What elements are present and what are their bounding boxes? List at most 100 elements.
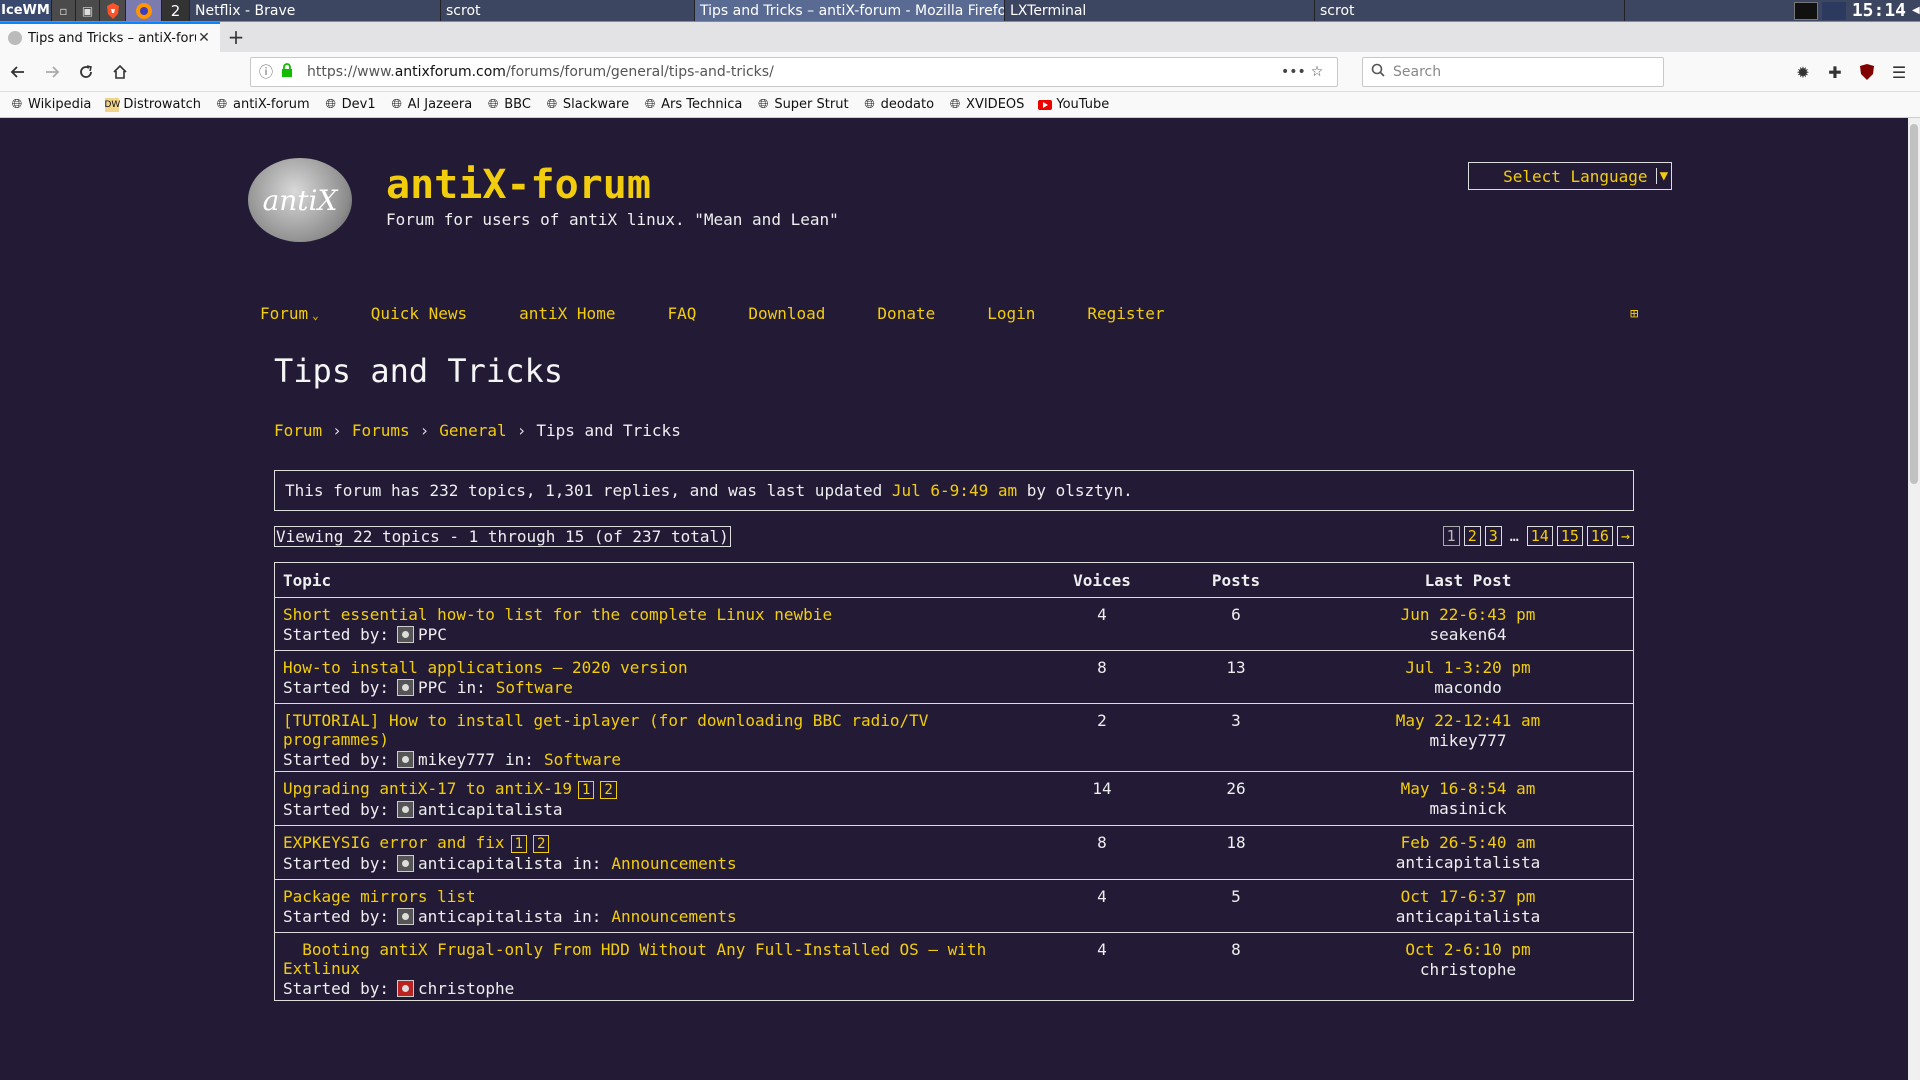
topic-title[interactable]: Upgrading antiX-17 to antiX-19 1 2 — [283, 779, 1035, 799]
menu-icon[interactable]: ☰ — [1886, 58, 1912, 86]
last-post-user[interactable]: masinick — [1303, 799, 1633, 818]
topic-forum-link[interactable]: Software — [544, 750, 621, 769]
language-select[interactable]: Select Language ▼ — [1468, 162, 1672, 190]
bookmark-wikipedia[interactable]: 🌐︎ Wikipedia — [10, 97, 92, 112]
window-list-button[interactable]: ▣ — [76, 0, 100, 21]
nav-register[interactable]: Register — [1087, 304, 1164, 323]
last-updated-link[interactable]: Jul 6-9:49 am — [892, 481, 1017, 500]
avatar[interactable] — [396, 855, 414, 872]
bookmark-deodato[interactable]: 🌐︎ deodato — [863, 97, 934, 112]
topic-author[interactable]: PPC — [418, 678, 447, 697]
topic-author[interactable]: anticapitalista — [418, 800, 563, 819]
reload-icon[interactable] — [70, 56, 102, 88]
topic-author[interactable]: mikey777 — [418, 750, 495, 769]
ublock-icon[interactable] — [1854, 58, 1880, 86]
last-post-user[interactable]: anticapitalista — [1303, 907, 1633, 926]
home-icon[interactable] — [104, 56, 136, 88]
show-desktop-button[interactable]: ▫ — [52, 0, 76, 21]
avatar[interactable] — [396, 679, 414, 696]
bookmark-xvideos[interactable]: 🌐︎ XVIDEOS — [948, 97, 1025, 112]
scrollbar-thumb[interactable] — [1910, 124, 1918, 484]
bookmark-dev1[interactable]: 🌐︎ Dev1 — [324, 97, 375, 112]
topic-forum-link[interactable]: Announcements — [611, 854, 736, 873]
last-post-user[interactable]: christophe — [1303, 960, 1633, 979]
bookmark-bbc[interactable]: 🌐︎ BBC — [486, 97, 531, 112]
last-post-date[interactable]: May 16-8:54 am — [1303, 779, 1633, 798]
nav-download[interactable]: Download — [748, 304, 825, 323]
site-title[interactable]: antiX-forum — [386, 162, 651, 208]
clock[interactable]: 15:14 — [1852, 0, 1912, 21]
topic-author[interactable]: anticapitalista — [418, 907, 563, 926]
breadcrumb-general[interactable]: General — [439, 421, 506, 440]
search-input[interactable]: Search — [1362, 57, 1664, 87]
task-lxterminal[interactable]: LXTerminal — [1005, 0, 1315, 21]
next-page-arrow-icon[interactable]: → — [1616, 526, 1634, 546]
close-tab-icon[interactable]: ✕ — [196, 30, 212, 46]
url-bar[interactable]: ⓘ https://www.antixforum.com/forums/foru… — [250, 57, 1338, 87]
nav-quick-news[interactable]: Quick News — [371, 304, 467, 323]
topic-page-link[interactable]: 1 — [510, 835, 527, 853]
forward-icon[interactable] — [36, 56, 68, 88]
topic-page-link[interactable]: 1 — [577, 781, 595, 799]
avatar[interactable] — [396, 751, 414, 768]
page-16[interactable]: 16 — [1586, 526, 1613, 546]
avatar[interactable] — [396, 908, 414, 925]
grid-icon[interactable]: ⊞ — [1630, 306, 1638, 322]
task-scrot-1[interactable]: scrot — [441, 0, 695, 21]
task-brave[interactable]: Netflix - Brave — [190, 0, 441, 21]
info-icon[interactable]: ⓘ — [259, 62, 275, 82]
start-button[interactable]: IceWM — [0, 0, 52, 21]
browser-tab[interactable]: Tips and Tricks – antiX-forum ✕ — [0, 22, 220, 52]
last-post-user[interactable]: macondo — [1303, 678, 1633, 697]
page-3[interactable]: 3 — [1484, 526, 1502, 546]
topic-title[interactable]: EXPKEYSIG error and fix 1 2 — [283, 833, 1035, 853]
topic-page-link[interactable]: 2 — [600, 781, 617, 799]
avatar[interactable] — [396, 626, 414, 643]
star-icon[interactable]: ☆ — [1305, 64, 1329, 80]
topic-title[interactable]: Short essential how-to list for the comp… — [283, 605, 1035, 624]
topic-author[interactable]: PPC — [418, 625, 447, 644]
bookmark-ars-technica[interactable]: 🌐︎ Ars Technica — [643, 97, 742, 112]
topic-title[interactable]: How-to install applications – 2020 versi… — [283, 658, 1035, 677]
nav-login[interactable]: Login — [987, 304, 1035, 323]
workspace-indicator[interactable]: 2 — [162, 0, 190, 21]
brave-launcher-icon[interactable] — [100, 0, 126, 21]
topic-forum-link[interactable]: Software — [496, 678, 573, 697]
bookmark-distrowatch[interactable]: DW Distrowatch — [104, 97, 201, 112]
topic-author[interactable]: anticapitalista — [418, 854, 563, 873]
page-14[interactable]: 14 — [1526, 526, 1553, 546]
bookmark-antix-forum[interactable]: 🌐︎ antiX-forum — [215, 97, 310, 112]
last-post-date[interactable]: Feb 26-5:40 am — [1303, 833, 1633, 852]
avatar[interactable] — [396, 980, 414, 997]
page-scrollbar[interactable] — [1908, 118, 1920, 1080]
last-post-date[interactable]: Oct 2-6:10 pm — [1303, 940, 1633, 959]
gear-icon[interactable]: ✹ — [1790, 58, 1816, 86]
task-scrot-2[interactable]: scrot — [1315, 0, 1625, 21]
bookmark-youtube[interactable]: YouTube — [1038, 97, 1109, 112]
lock-icon[interactable] — [281, 63, 297, 81]
nav-faq[interactable]: FAQ — [667, 304, 696, 323]
task-firefox[interactable]: Tips and Tricks – antiX-forum - Mozilla … — [695, 0, 1005, 21]
bookmark-slackware[interactable]: 🌐︎ Slackware — [545, 97, 629, 112]
topic-page-link[interactable]: 2 — [533, 835, 550, 853]
topic-title[interactable]: Package mirrors list — [283, 887, 1035, 906]
page-2[interactable]: 2 — [1463, 526, 1481, 546]
nav-forum[interactable]: Forum ⌄ — [260, 304, 319, 323]
avatar[interactable] — [396, 801, 414, 818]
extension-icon[interactable]: ✚ — [1822, 58, 1848, 86]
nav-antix-home[interactable]: antiX Home — [519, 304, 615, 323]
topic-title[interactable]: Booting antiX Frugal-only From HDD Witho… — [283, 940, 1035, 978]
topic-forum-link[interactable]: Announcements — [611, 907, 736, 926]
firefox-launcher-icon[interactable] — [126, 0, 162, 21]
last-post-user[interactable]: anticapitalista — [1303, 853, 1633, 872]
new-tab-button[interactable]: + — [220, 22, 252, 52]
page-15[interactable]: 15 — [1556, 526, 1583, 546]
breadcrumb-forum[interactable]: Forum — [274, 421, 322, 440]
monitor-icon[interactable] — [1793, 1, 1818, 20]
last-post-date[interactable]: Jun 22-6:43 pm — [1303, 605, 1633, 624]
bookmark-super-strut[interactable]: 🌐︎ Super Strut — [756, 97, 848, 112]
nav-donate[interactable]: Donate — [877, 304, 935, 323]
last-post-user[interactable]: mikey777 — [1303, 731, 1633, 750]
topic-author[interactable]: christophe — [418, 979, 514, 998]
last-post-user[interactable]: seaken64 — [1303, 625, 1633, 644]
